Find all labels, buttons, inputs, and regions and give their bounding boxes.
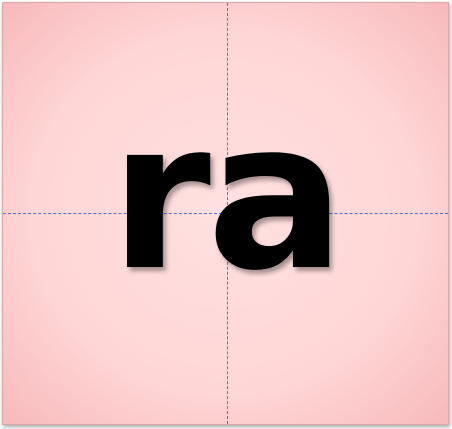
syllable-text: ra	[109, 78, 345, 316]
syllable-card: ra	[2, 2, 449, 425]
